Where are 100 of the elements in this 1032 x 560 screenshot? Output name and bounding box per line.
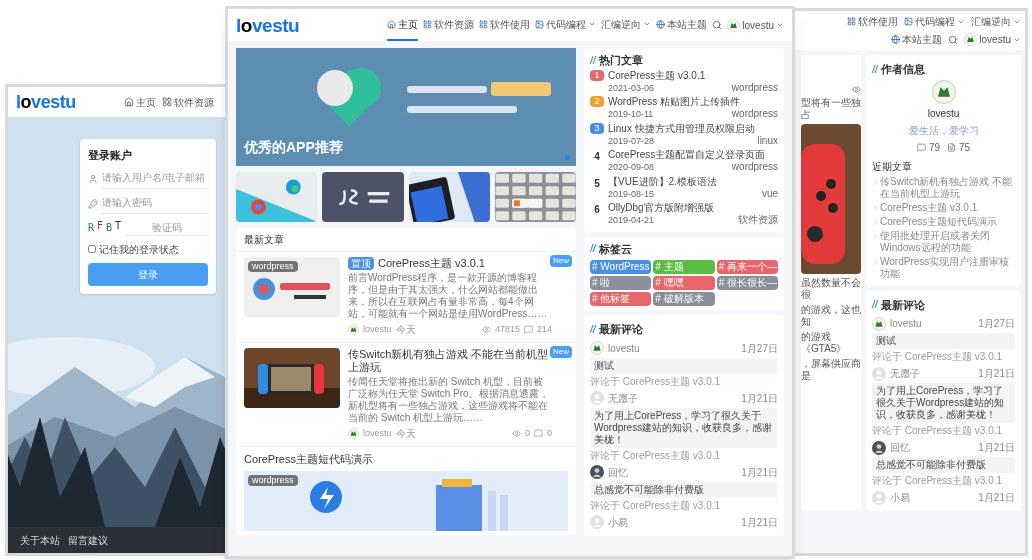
comment-body: 测试	[872, 333, 1015, 349]
nav-item[interactable]: 汇编逆向	[601, 9, 652, 41]
recent-post-link[interactable]: 传Switch新机有独占游戏 不能在当前机型上游玩	[880, 175, 1015, 200]
hot-post-title[interactable]: CorePress主题配置自定义登录页面	[608, 149, 778, 161]
nav-item[interactable]: 本站主题	[891, 32, 943, 47]
user-menu[interactable]: lovestu	[727, 17, 784, 33]
tag-chip[interactable]: # 他标签	[590, 292, 652, 306]
new-badge: New	[550, 346, 572, 358]
comment-reference[interactable]: 评论于 CorePress主题 v3.0.1	[872, 475, 1015, 487]
hot-post-title[interactable]: WordPress 粘贴图片上传插件	[608, 96, 778, 108]
nav-item[interactable]: 代码编程	[535, 9, 597, 41]
comment-author[interactable]: 小易	[608, 514, 628, 530]
comment-author[interactable]: 无愿子	[608, 390, 638, 406]
post-category: wordpress	[731, 81, 778, 95]
comment-reference[interactable]: 评论于 CorePress主题 v3.0.1	[590, 499, 778, 512]
tag-chip[interactable]: # 主题	[653, 260, 715, 274]
comment-body: 总感觉不可能除非付费版	[590, 481, 778, 498]
search-icon[interactable]	[948, 34, 959, 45]
post-card[interactable]: 传Switch新机有独占游戏 不能在当前机型上游玩 传闻任天堂将推出新的 Switch 机型，目前被广泛称为任天堂 Switch Pro。根据消息透露，新机型将有一些独占游戏，这些游戏将不能在当前的 Switch 机型上游玩…… lovestu 今天 0 0 New	[236, 342, 576, 446]
avatar-icon	[872, 316, 886, 331]
post-time: 今天	[395, 323, 416, 337]
category-label: wordpress	[248, 474, 298, 486]
nav-item[interactable]: 汇编逆向	[971, 14, 1021, 29]
nav-item[interactable]: 主页	[387, 9, 419, 41]
nav-item[interactable]: 主页	[124, 94, 156, 110]
comment-date: 1月21日	[978, 441, 1015, 455]
comment-count: 214	[536, 322, 552, 336]
grid-icon	[847, 17, 856, 26]
comment-reference[interactable]: 评论于 CorePress主题 v3.0.1	[872, 351, 1015, 363]
tag-chip[interactable]: # 啦	[590, 276, 652, 290]
bullet-icon	[872, 218, 879, 226]
comment-author[interactable]: lovestu	[608, 340, 640, 356]
post-category: wordpress	[731, 161, 778, 174]
post-excerpt: 传闻任天堂将推出新的 Switch 机型，目前被广泛称为任天堂 Switch Pro。根据消息透露，新机型将有一些独占游戏，这些游戏将不能在当前的 Switch 机型上游玩……	[348, 376, 550, 424]
recent-post-link[interactable]: WordPress实现用户注册审核功能	[880, 255, 1015, 280]
hot-post-title[interactable]: 【VUE进阶】2.模板语法	[608, 175, 778, 188]
post-count: 75	[959, 140, 971, 155]
post-title[interactable]: CorePress主题 v3.0.1	[378, 257, 485, 270]
post-title[interactable]: 传Switch新机有独占游戏 不能在当前机型上游玩	[348, 348, 552, 374]
tag-chip[interactable]: # WordPress	[590, 260, 652, 274]
footer-link[interactable]: 关于本站	[20, 532, 60, 548]
recent-post-link[interactable]: CorePress主题 v3.0.1	[880, 201, 978, 214]
avatar-icon	[348, 324, 359, 335]
tag-chip[interactable]: # 破解版本	[653, 292, 715, 306]
post-card[interactable]: wordpress 置顶 CorePress主题 v3.0.1 前言WordPress程序，是一款开源的博客程序，但是由于其太强大，什么网站都能做出来，所以在互联网占有量非常高，每4个网站，可能就有一个网站是使用WordPress…… lovestu 今天 47815 214 New	[236, 251, 576, 342]
article-icon	[947, 142, 956, 152]
post-date: 2019-04-21	[608, 214, 655, 227]
nav-item[interactable]: 软件资源	[162, 94, 214, 110]
heading-marker: //	[872, 62, 878, 77]
recent-post-link[interactable]: 使用批处理开启或者关闭Windows远程的功能	[880, 229, 1015, 254]
views-icon	[511, 429, 521, 438]
nav-item[interactable]: 软件使用	[847, 14, 898, 29]
comment-date: 1月27日	[978, 317, 1015, 331]
comment-author[interactable]: lovestu	[890, 316, 922, 331]
post-author[interactable]: lovestu	[363, 426, 392, 441]
site-logo[interactable]: lovestu	[16, 93, 76, 111]
hot-post-title[interactable]: CorePress主题 v3.0.1	[608, 69, 778, 82]
nav-item[interactable]: 软件使用	[479, 9, 531, 41]
tag-chip[interactable]: # 再来一个—	[716, 260, 778, 274]
grid-icon	[423, 19, 433, 29]
post-category: wordpress	[731, 108, 778, 121]
rank-number: 6	[593, 203, 601, 217]
post-card[interactable]: CorePress主题短代码演示 wordpress	[236, 446, 576, 535]
comment-reference[interactable]: 评论于 CorePress主题 v3.0.1	[590, 449, 778, 462]
tag-chip[interactable]: # 很长很长—	[716, 276, 778, 290]
post-title[interactable]: CorePress主题短代码演示	[244, 451, 568, 468]
post-author[interactable]: lovestu	[363, 322, 392, 337]
hot-post-title[interactable]: Linux 快捷方式用管理员权限启动	[608, 122, 778, 135]
globe-icon	[891, 35, 901, 44]
user-menu[interactable]: lovestu	[964, 32, 1021, 47]
excerpt-fragment: 虽然数量不会很	[801, 277, 861, 301]
nav-item[interactable]: 本站主题	[656, 9, 708, 41]
comment-icon	[523, 325, 533, 334]
rank-badge: 1	[590, 69, 604, 81]
post-time: 今天	[395, 427, 416, 441]
footer-link[interactable]: 留言建议	[68, 532, 108, 548]
site-logo[interactable]: lovestu	[236, 15, 300, 35]
recent-post-link[interactable]: CorePress主题短代码演示	[880, 215, 998, 228]
nav-item[interactable]: 代码编程	[904, 14, 965, 29]
post-category: vue	[761, 187, 778, 201]
tag-chip[interactable]: # 嘿嘿	[653, 276, 715, 290]
avatar-icon	[872, 366, 886, 381]
comment-author[interactable]: 小易	[890, 490, 910, 505]
hot-post-title[interactable]: OllyDbg官方版附增强版	[608, 202, 778, 214]
comment-author[interactable]: 回忆	[890, 440, 910, 455]
image-icon	[535, 19, 545, 29]
comment-reference[interactable]: 评论于 CorePress主题 v3.0.1	[590, 375, 778, 388]
avatar-icon	[590, 391, 604, 405]
excerpt-fragment: 型将有一些独占	[801, 97, 861, 121]
nav-item[interactable]: 软件资源	[423, 9, 475, 41]
comment-author[interactable]: 无愿子	[890, 366, 920, 381]
comment-reference[interactable]: 评论于 CorePress主题 v3.0.1	[872, 425, 1015, 437]
bullet-icon	[872, 258, 879, 266]
search-icon[interactable]	[712, 20, 723, 30]
post-date: 2019-08-15	[608, 187, 655, 201]
comment-author[interactable]: 回忆	[608, 464, 628, 480]
heading-marker: //	[590, 322, 596, 337]
avatar-icon	[727, 18, 741, 32]
card-heading: 最新评论	[880, 297, 925, 313]
section-heading: 近期文章	[872, 159, 913, 174]
